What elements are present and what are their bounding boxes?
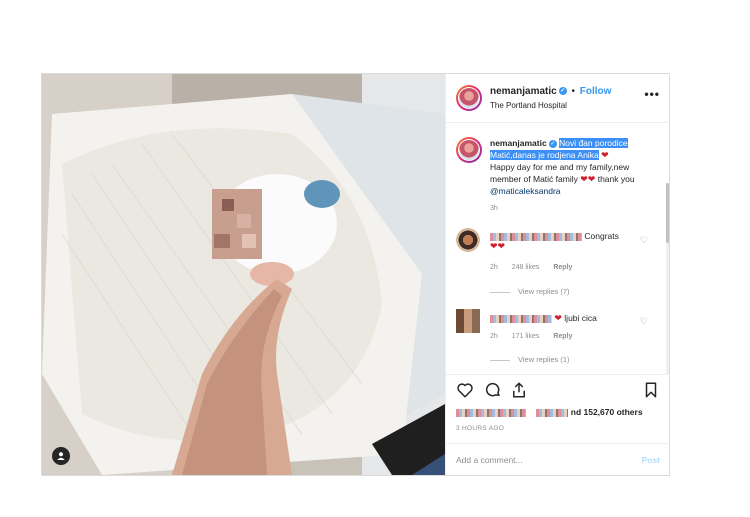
separator-dot: • bbox=[571, 86, 575, 97]
reply-button[interactable]: Reply bbox=[553, 264, 572, 271]
person-icon bbox=[57, 452, 65, 460]
comment-text: Congrats bbox=[584, 231, 619, 241]
comments-scrollbar[interactable] bbox=[666, 183, 669, 374]
comment-meta: 2h 171 likes Reply bbox=[490, 333, 584, 340]
view-replies-label: View replies (1) bbox=[518, 355, 570, 364]
add-comment-bar: Post bbox=[446, 443, 670, 477]
verified-badge-icon: ✓ bbox=[548, 139, 557, 148]
newborn-photo-illustration bbox=[42, 74, 445, 475]
reply-button[interactable]: Reply bbox=[553, 333, 572, 340]
comment-item: ❤ ljubi cica bbox=[490, 313, 650, 324]
add-comment-input[interactable] bbox=[456, 452, 616, 468]
commenter-avatar[interactable] bbox=[456, 309, 480, 333]
likes-summary[interactable]: nd 152,670 others bbox=[456, 407, 643, 417]
comment-text: ljubi cica bbox=[564, 313, 597, 323]
post-side-panel: nemanjamatic ✓ • Follow The Portland Hosp… bbox=[445, 74, 670, 475]
commenter-avatar[interactable] bbox=[456, 228, 480, 252]
post-header: nemanjamatic ✓ • Follow The Portland Hosp… bbox=[446, 74, 670, 123]
share-icon[interactable] bbox=[510, 381, 528, 399]
tagged-users-button[interactable] bbox=[52, 447, 70, 465]
verified-badge-icon: ✓ bbox=[558, 87, 567, 96]
likes-count-text: nd 152,670 others bbox=[570, 407, 643, 417]
red-heart-icon: ❤ bbox=[601, 150, 609, 160]
author-username[interactable]: nemanjamatic bbox=[490, 86, 557, 97]
caption-avatar[interactable] bbox=[456, 137, 482, 163]
comment-time: 2h bbox=[490, 333, 498, 340]
replies-divider bbox=[490, 359, 510, 361]
action-icons-row bbox=[456, 381, 660, 401]
post-photo[interactable] bbox=[42, 74, 445, 475]
view-replies-button[interactable]: View replies (1) bbox=[490, 355, 570, 364]
caption-time: 3h bbox=[490, 205, 498, 212]
post-time-ago: 3 HOURS AGO bbox=[456, 425, 505, 432]
red-heart-icon: ❤ bbox=[554, 313, 562, 323]
red-heart-icon: ❤❤ bbox=[580, 174, 596, 184]
commenter-username-redacted[interactable] bbox=[490, 232, 582, 241]
comment-like-heart-icon[interactable]: ♡ bbox=[640, 316, 648, 327]
bookmark-icon[interactable] bbox=[642, 381, 660, 399]
comment-meta: 2h 248 likes Reply bbox=[490, 264, 584, 271]
red-heart-icon: ❤❤ bbox=[490, 241, 506, 251]
comments-area[interactable]: nemanjamatic ✓ Novi đan porodice Matić,da… bbox=[446, 123, 670, 374]
author-line: nemanjamatic ✓ • Follow bbox=[490, 86, 611, 97]
liker-names-redacted bbox=[536, 408, 569, 417]
comment-item: Congrats ❤❤ bbox=[490, 231, 650, 252]
liker-names-redacted bbox=[456, 408, 526, 417]
post-caption: nemanjamatic ✓ Novi đan porodice Matić,da… bbox=[490, 137, 655, 215]
follow-button[interactable]: Follow bbox=[580, 86, 612, 97]
more-options-icon[interactable]: ••• bbox=[644, 87, 660, 101]
commenter-username-redacted[interactable] bbox=[490, 314, 552, 323]
heart-outline-icon[interactable] bbox=[456, 381, 474, 399]
caption-mention-link[interactable]: @maticaleksandra bbox=[490, 186, 561, 196]
location-link[interactable]: The Portland Hospital bbox=[490, 101, 567, 110]
post-comment-button[interactable]: Post bbox=[642, 455, 660, 465]
author-avatar[interactable] bbox=[456, 85, 482, 111]
comment-likes[interactable]: 248 likes bbox=[512, 264, 540, 271]
view-replies-label: View replies (7) bbox=[518, 287, 570, 296]
instagram-post: nemanjamatic ✓ • Follow The Portland Hosp… bbox=[41, 73, 670, 476]
comment-likes[interactable]: 171 likes bbox=[512, 333, 540, 340]
caption-thank: thank you bbox=[597, 174, 635, 184]
view-replies-button[interactable]: View replies (7) bbox=[490, 287, 570, 296]
post-actions: nd 152,670 others 3 HOURS AGO Post bbox=[446, 374, 670, 476]
caption-username[interactable]: nemanjamatic bbox=[490, 138, 547, 148]
comment-time: 2h bbox=[490, 264, 498, 271]
replies-divider bbox=[490, 291, 510, 293]
comment-icon[interactable] bbox=[484, 381, 502, 399]
comment-like-heart-icon[interactable]: ♡ bbox=[640, 235, 648, 246]
